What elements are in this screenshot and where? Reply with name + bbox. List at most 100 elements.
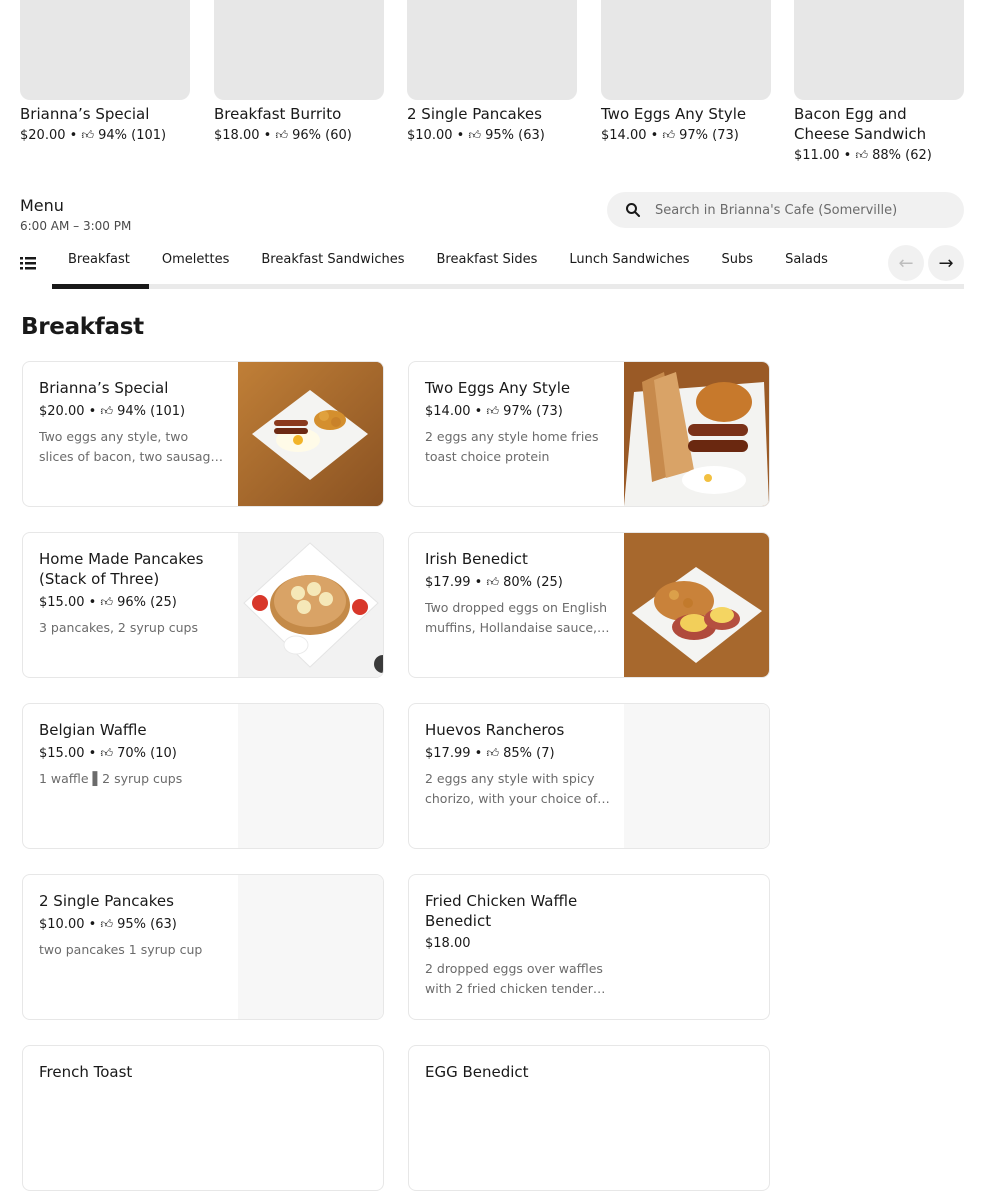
popular-item-image[interactable]	[214, 0, 384, 100]
menu-item-info: Two Eggs Any Style $14.00 • 👍︎ 97% (73) …	[425, 378, 611, 467]
menu-item-meta: $20.00 • 👍︎ 94% (101)	[39, 404, 186, 419]
tab-omelettes[interactable]: Omelettes	[146, 245, 245, 285]
menu-item-price: $15.00	[39, 746, 85, 761]
tab-breakfast-sandwiches[interactable]: Breakfast Sandwiches	[245, 245, 420, 285]
menu-item-card[interactable]: 2 Single Pancakes $10.00 • 👍︎ 95% (63) t…	[22, 874, 384, 1020]
menu-item-info: Home Made Pancakes (Stack of Three) $15.…	[39, 549, 225, 638]
menu-item-card[interactable]: Huevos Rancheros $17.99 • 👍︎ 85% (7) 2 e…	[408, 703, 770, 849]
menu-item-info: Huevos Rancheros $17.99 • 👍︎ 85% (7) 2 e…	[425, 720, 611, 809]
menu-item-image-placeholder	[624, 704, 769, 848]
menu-item-rating: 95% (63)	[117, 917, 177, 932]
menu-item-card[interactable]: Home Made Pancakes (Stack of Three) $15.…	[22, 532, 384, 678]
menu-item-meta: $15.00 • 👍︎ 96% (25)	[39, 595, 177, 610]
thumbs-up-icon: 👍︎	[100, 595, 113, 609]
scroll-left-button[interactable]: ←	[888, 245, 924, 281]
menu-item-image[interactable]	[238, 362, 383, 506]
menu-item-image[interactable]	[238, 533, 383, 677]
menu-search-input[interactable]	[653, 201, 957, 219]
section-title: Breakfast	[21, 314, 144, 340]
eggs-toast-photo	[624, 362, 769, 506]
menu-item-name: Huevos Rancheros	[425, 721, 565, 739]
thumbs-up-icon: 👍︎	[486, 746, 499, 760]
thumbs-up-icon: 👍︎	[100, 917, 113, 931]
popular-item-image[interactable]	[407, 0, 577, 100]
tab-breakfast[interactable]: Breakfast	[52, 245, 146, 285]
popular-item[interactable]: Two Eggs Any Style $14.00 • 👍︎ 97% (73)	[601, 0, 771, 145]
menu-item-name: Fried Chicken Waffle Benedict	[425, 892, 578, 930]
menu-search-bar[interactable]	[607, 192, 964, 228]
menu-item-name: Home Made Pancakes (Stack of Three)	[39, 550, 204, 588]
menu-item-meta: $10.00 • 👍︎ 95% (63)	[39, 917, 177, 932]
popular-item-price: $18.00	[214, 128, 260, 143]
popular-item-image[interactable]	[601, 0, 771, 100]
menu-item-info: French Toast	[39, 1062, 225, 1082]
arrow-left-icon: ←	[898, 252, 914, 274]
menu-item-rating: 85% (7)	[503, 746, 555, 761]
breakfast-plate-photo	[238, 362, 383, 506]
popular-item-image[interactable]	[20, 0, 190, 100]
menu-item-description: 2 eggs any style home fries toast choice…	[425, 429, 599, 464]
list-menu-icon[interactable]	[20, 255, 38, 271]
popular-item-name: Two Eggs Any Style	[601, 105, 747, 123]
thumbs-up-icon: 👍︎	[81, 128, 94, 142]
menu-item-card[interactable]: Fried Chicken Waffle Benedict $18.00 2 d…	[408, 874, 770, 1020]
benedict-photo	[624, 533, 769, 677]
menu-item-description: 1 waffle ▌2 syrup cups	[39, 771, 183, 786]
menu-hours: 6:00 AM – 3:00 PM	[20, 219, 132, 233]
tab-lunch-sandwiches[interactable]: Lunch Sandwiches	[553, 245, 705, 285]
thumbs-up-icon: 👍︎	[855, 148, 868, 162]
menu-item-info: Brianna’s Special $20.00 • 👍︎ 94% (101) …	[39, 378, 225, 467]
menu-item-card[interactable]: EGG Benedict	[408, 1045, 770, 1191]
menu-item-card[interactable]: French Toast	[22, 1045, 384, 1191]
menu-item-description: Two dropped eggs on English muffins, Hol…	[425, 600, 608, 635]
menu-item-name: Belgian Waffle	[39, 721, 147, 739]
scroll-right-button[interactable]: →	[928, 245, 964, 281]
menu-item-card[interactable]: Brianna’s Special $20.00 • 👍︎ 94% (101) …	[22, 361, 384, 507]
pancakes-photo	[238, 533, 383, 677]
arrow-right-icon: →	[938, 252, 954, 274]
popular-item-image[interactable]	[794, 0, 964, 100]
popular-item-rating: 88% (62)	[872, 148, 932, 163]
menu-item-description: 2 dropped eggs over waffles with 2 fried…	[425, 961, 603, 996]
menu-item-info: 2 Single Pancakes $10.00 • 👍︎ 95% (63) t…	[39, 891, 225, 960]
menu-item-info: Belgian Waffle $15.00 • 👍︎ 70% (10) 1 wa…	[39, 720, 225, 789]
menu-item-meta: $18.00	[425, 935, 611, 953]
popular-item-meta: $20.00 • 👍︎ 94% (101)	[20, 128, 167, 143]
menu-item-image[interactable]	[624, 533, 769, 677]
menu-item-card[interactable]: Belgian Waffle $15.00 • 👍︎ 70% (10) 1 wa…	[22, 703, 384, 849]
menu-item-price: $17.99	[425, 575, 471, 590]
menu-item-price: $18.00	[425, 936, 471, 951]
tab-subs[interactable]: Subs	[706, 245, 770, 285]
menu-item-name: French Toast	[39, 1063, 133, 1081]
popular-item-price: $11.00	[794, 148, 840, 163]
popular-item-meta: $18.00 • 👍︎ 96% (60)	[214, 128, 352, 143]
menu-title: Menu	[20, 196, 64, 215]
thumbs-up-icon: 👍︎	[275, 128, 288, 142]
menu-item-image[interactable]	[624, 362, 769, 506]
popular-item[interactable]: Brianna’s Special $20.00 • 👍︎ 94% (101)	[20, 0, 190, 145]
menu-item-rating: 70% (10)	[117, 746, 177, 761]
tab-strip: Breakfast Omelettes Breakfast Sandwiches Br…	[52, 245, 874, 289]
popular-item-rating: 94% (101)	[98, 128, 167, 143]
tab-breakfast-sides[interactable]: Breakfast Sides	[421, 245, 554, 285]
menu-item-info: Irish Benedict $17.99 • 👍︎ 80% (25) Two …	[425, 549, 611, 638]
menu-item-description: 2 eggs any style with spicy chorizo, wit…	[425, 771, 598, 806]
menu-item-description: Two eggs any style, two slices of bacon,…	[39, 429, 219, 464]
menu-item-name: 2 Single Pancakes	[39, 892, 174, 910]
menu-item-price: $10.00	[39, 917, 85, 932]
menu-item-card[interactable]: Two Eggs Any Style $14.00 • 👍︎ 97% (73) …	[408, 361, 770, 507]
menu-item-rating: 80% (25)	[503, 575, 563, 590]
menu-item-card[interactable]: Irish Benedict $17.99 • 👍︎ 80% (25) Two …	[408, 532, 770, 678]
popular-item-meta: $14.00 • 👍︎ 97% (73)	[601, 128, 739, 143]
popular-item[interactable]: Bacon Egg and Cheese Sandwich $11.00 • 👍…	[794, 0, 964, 165]
menu-item-image-placeholder	[238, 875, 383, 1019]
menu-item-name: Two Eggs Any Style	[425, 379, 571, 397]
popular-item[interactable]: Breakfast Burrito $18.00 • 👍︎ 96% (60)	[214, 0, 384, 145]
tab-salads[interactable]: Salads	[769, 245, 844, 285]
menu-item-meta: $14.00 • 👍︎ 97% (73)	[425, 404, 563, 419]
popular-item-meta: $11.00 • 👍︎ 88% (62)	[794, 148, 932, 163]
popular-item-name: Bacon Egg and Cheese Sandwich	[794, 105, 927, 143]
menu-item-rating: 97% (73)	[503, 404, 563, 419]
popular-item[interactable]: 2 Single Pancakes $10.00 • 👍︎ 95% (63)	[407, 0, 577, 145]
thumbs-up-icon: 👍︎	[662, 128, 675, 142]
